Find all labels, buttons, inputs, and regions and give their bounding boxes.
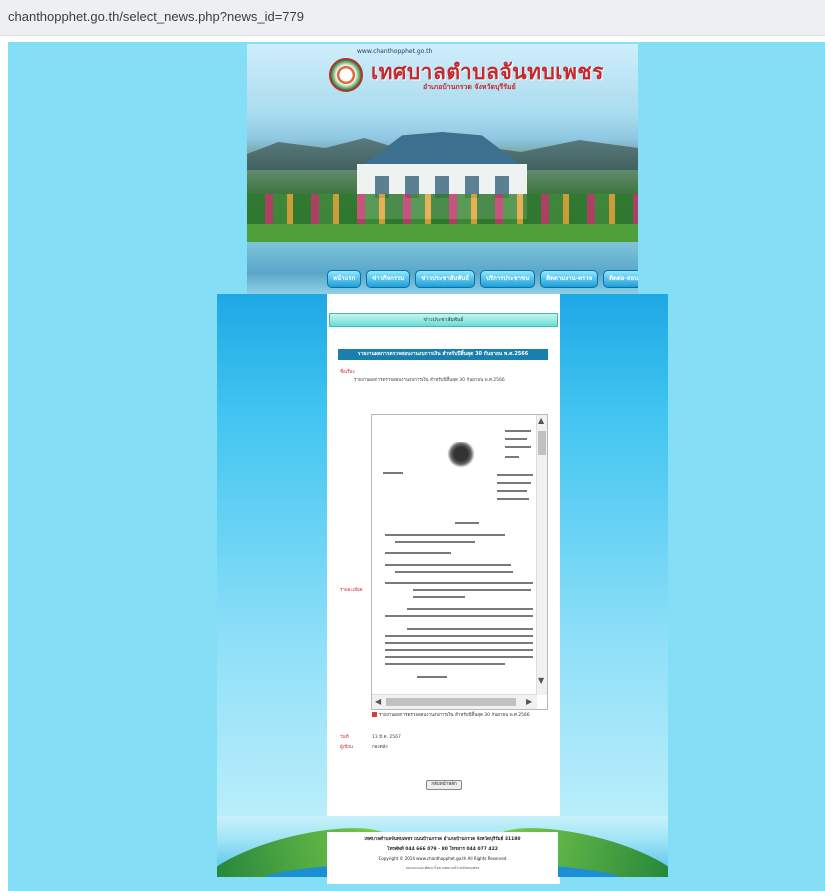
horizontal-scrollbar[interactable]: ◀ ▶ (372, 694, 537, 709)
nav-contact[interactable]: ติดต่อ-สอบถาม (603, 270, 638, 288)
news-title-bar: รายงานผลการตรวจสอบงานงบการเงิน สำหรับปีส… (338, 349, 548, 360)
page-footer: เทศบาลตำบลจันทบเพชร ถนนบ้านกรวด อำเภอบ้า… (217, 816, 668, 877)
attachment-link[interactable]: รายงานผลการตรวจสอบงานงบการเงิน สำหรับปีส… (372, 711, 530, 718)
vertical-scroll-thumb[interactable] (538, 431, 546, 455)
nav-announcements[interactable]: ข่าวประชาสัมพันธ์ (415, 270, 476, 288)
topic-value: รายงานผลการตรวจสอบงานงบการเงิน สำหรับปีส… (354, 378, 505, 383)
pdf-file-icon (372, 712, 377, 717)
date-label: วันที่ (340, 735, 349, 740)
site-subtitle: อำเภอบ้านกรวด จังหวัดบุรีรัมย์ (423, 83, 516, 91)
footer-info-box: เทศบาลตำบลจันทบเพชร ถนนบ้านกรวด อำเภอบ้า… (327, 832, 558, 877)
site-url-text: www.chanthopphet.go.th (357, 48, 433, 55)
footer-address: เทศบาลตำบลจันทบเพชร ถนนบ้านกรวด อำเภอบ้า… (364, 837, 521, 842)
nav-tracking[interactable]: ติดตามงาน-ตรวจ (540, 270, 599, 288)
section-header: ข่าวประชาสัมพันธ์ (329, 313, 558, 327)
author-label: ผู้เขียน (340, 745, 353, 750)
document-viewer[interactable]: ▲ ▼ ◀ ▶ (371, 414, 548, 710)
scroll-down-icon[interactable]: ▼ (538, 677, 544, 685)
nav-home[interactable]: หน้าแรก (327, 270, 362, 288)
author-value: กองคลัง (372, 745, 388, 750)
vertical-scrollbar[interactable]: ▲ ▼ (536, 415, 547, 695)
address-bar[interactable]: chanthopphet.go.th/select_news.php?news_… (0, 0, 825, 36)
scroll-right-icon[interactable]: ▶ (526, 698, 532, 706)
detail-label: รายละเอียด (340, 588, 363, 593)
footer-phone: โทรศัพท์ 044 666 079 - 80 โทรสาร 044 077… (387, 847, 498, 852)
scroll-up-icon[interactable]: ▲ (538, 417, 544, 425)
municipality-logo[interactable] (329, 58, 363, 92)
scroll-left-icon[interactable]: ◀ (375, 698, 381, 706)
nav-services[interactable]: บริการประชาชน (480, 270, 536, 288)
main-nav: หน้าแรก ข่าวกิจกรรม ข่าวประชาสัมพันธ์ บร… (327, 270, 638, 290)
footer-credit: ออกแบบและพัฒนาโดย เทศบาลตำบลจันทบเพชร (405, 866, 480, 870)
horizontal-scroll-thumb[interactable] (386, 698, 516, 706)
date-value: 13 มี.ค. 2567 (372, 735, 401, 740)
footer-copyright: Copyright © 2014 www.chanthopphet.go.th … (378, 856, 507, 861)
attachment-link-text[interactable]: รายงานผลการตรวจสอบงานงบการเงิน สำหรับปีส… (379, 713, 530, 718)
address-bar-url[interactable]: chanthopphet.go.th/select_news.php?news_… (8, 9, 304, 24)
document-page-image (377, 418, 535, 690)
garuda-emblem-icon (447, 442, 475, 472)
topic-label: ชื่อเรื่อง (340, 370, 355, 375)
nav-activities[interactable]: ข่าวกิจกรรม (366, 270, 411, 288)
lawn-image (247, 224, 638, 242)
header-banner: www.chanthopphet.go.th เทศบาลตำบลจันทบเพ… (247, 44, 638, 294)
back-home-button[interactable]: กลับหน้าหลัก (426, 780, 462, 790)
